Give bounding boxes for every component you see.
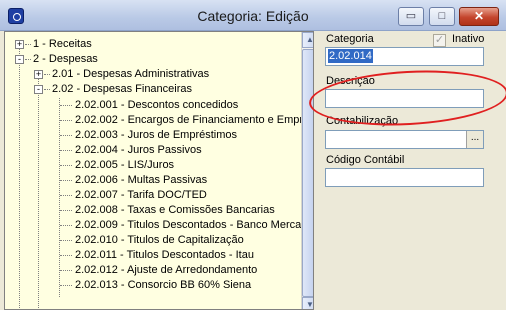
tree-item-label: 2.02.001 - Descontos concedidos: [75, 99, 239, 111]
tree-connector: [60, 135, 72, 136]
tree-connector: [44, 74, 50, 75]
contabilizacao-field[interactable]: ...: [325, 130, 484, 149]
tree-item-label: 2.02.011 - Titulos Descontados - Itau: [75, 249, 254, 261]
tree-connector: [60, 285, 72, 286]
close-button[interactable]: ✕: [459, 7, 499, 26]
tree-item-label: 2.02.004 - Juros Passivos: [75, 144, 202, 156]
inativo-checkbox[interactable]: ✓: [433, 34, 446, 47]
tree-item[interactable]: 2.02.007 - Tarifa DOC/TED: [5, 188, 301, 203]
tree-item-label: 2.02.005 - LIS/Juros: [75, 159, 175, 171]
tree-connector: [60, 165, 72, 166]
tree-item-label: 2.01 - Despesas Administrativas: [52, 68, 210, 80]
maximize-button[interactable]: □: [429, 7, 455, 26]
tree-connector: [44, 89, 50, 90]
minimize-button[interactable]: ▭: [398, 7, 424, 26]
tree-connector: [60, 150, 72, 151]
tree-item[interactable]: 2.02.008 - Taxas e Comissões Bancarias: [5, 203, 301, 218]
codigo-contabil-field[interactable]: [325, 168, 484, 187]
tree-vertical-scrollbar[interactable]: ▲ ▼: [301, 32, 313, 309]
title-bar: Categoria: Edição ▭ □ ✕: [0, 0, 506, 31]
tree-item[interactable]: - 2.02 - Despesas Financeiras: [5, 82, 301, 97]
scroll-up-button[interactable]: ▲: [302, 32, 313, 48]
tree-item-label: 2.02.013 - Consorcio BB 60% Siena: [75, 279, 252, 291]
tree-item[interactable]: 2.02.002 - Encargos de Financiamento e E…: [5, 113, 309, 128]
tree-item-label: 2.02 - Despesas Financeiras: [52, 83, 193, 95]
codigo-contabil-label: Código Contábil: [326, 154, 405, 166]
tree-connector: [60, 225, 72, 226]
tree-item[interactable]: 2.02.005 - LIS/Juros: [5, 158, 301, 173]
categoria-label: Categoria: [326, 33, 374, 45]
tree-item-label: 1 - Receitas: [33, 38, 92, 50]
expand-icon[interactable]: +: [34, 70, 43, 79]
categoria-field[interactable]: 2.02.014: [325, 47, 484, 66]
tree-item[interactable]: 2.02.010 - Titulos de Capitalização: [5, 233, 301, 248]
tree-item-label: 2.02.009 - Titulos Descontados - Banco M…: [75, 219, 304, 231]
categoria-value: 2.02.014: [328, 49, 373, 63]
tree-connector: [60, 210, 72, 211]
tree-connector: [60, 240, 72, 241]
tree-connector: [60, 105, 72, 106]
tree-connector: [25, 59, 31, 60]
tree-connector: [60, 270, 72, 271]
expand-icon[interactable]: +: [15, 40, 24, 49]
category-tree[interactable]: + 1 - Receitas - 2 - Despesas + 2.01 - D…: [4, 31, 314, 310]
tree-connector: [60, 255, 72, 256]
tree-item-label: 2.02.007 - Tarifa DOC/TED: [75, 189, 207, 201]
contabilizacao-lookup-button[interactable]: ...: [466, 131, 483, 148]
collapse-icon[interactable]: -: [34, 85, 43, 94]
tree-item[interactable]: 2.02.013 - Consorcio BB 60% Siena: [5, 278, 301, 293]
scroll-down-button[interactable]: ▼: [302, 297, 313, 309]
tree-item[interactable]: + 2.01 - Despesas Administrativas: [5, 67, 301, 82]
tree-item-label: 2.02.003 - Juros de Empréstimos: [75, 129, 238, 141]
tree-item[interactable]: 2.02.004 - Juros Passivos: [5, 143, 301, 158]
tree-item-label: 2.02.008 - Taxas e Comissões Bancarias: [75, 204, 275, 216]
tree-item-label: 2.02.002 - Encargos de Financiamento e E…: [75, 114, 310, 126]
tree-item-label: 2.02.006 - Multas Passivas: [75, 174, 208, 186]
tree-item[interactable]: + 1 - Receitas: [5, 37, 301, 52]
tree-item[interactable]: 2.02.003 - Juros de Empréstimos: [5, 128, 301, 143]
tree-connector: [60, 195, 72, 196]
tree-item[interactable]: 2.02.001 - Descontos concedidos: [5, 98, 301, 113]
tree-item-label: 2 - Despesas: [33, 53, 98, 65]
tree-connector: [25, 44, 31, 45]
tree-item[interactable]: 2.02.011 - Titulos Descontados - Itau: [5, 248, 301, 263]
inativo-label: Inativo: [452, 33, 485, 45]
tree-item[interactable]: 2.02.012 - Ajuste de Arredondamento: [5, 263, 301, 278]
tree-item[interactable]: - 2 - Despesas: [5, 52, 301, 67]
tree-connector: [60, 120, 72, 121]
collapse-icon[interactable]: -: [15, 55, 24, 64]
tree-item-label: 2.02.010 - Titulos de Capitalização: [75, 234, 244, 246]
tree-item-label: 2.02.012 - Ajuste de Arredondamento: [75, 264, 258, 276]
tree-item[interactable]: 2.02.009 - Titulos Descontados - Banco M…: [5, 218, 304, 233]
tree-connector: [60, 180, 72, 181]
scroll-thumb[interactable]: [302, 49, 313, 297]
tree-item[interactable]: 2.02.006 - Multas Passivas: [5, 173, 301, 188]
